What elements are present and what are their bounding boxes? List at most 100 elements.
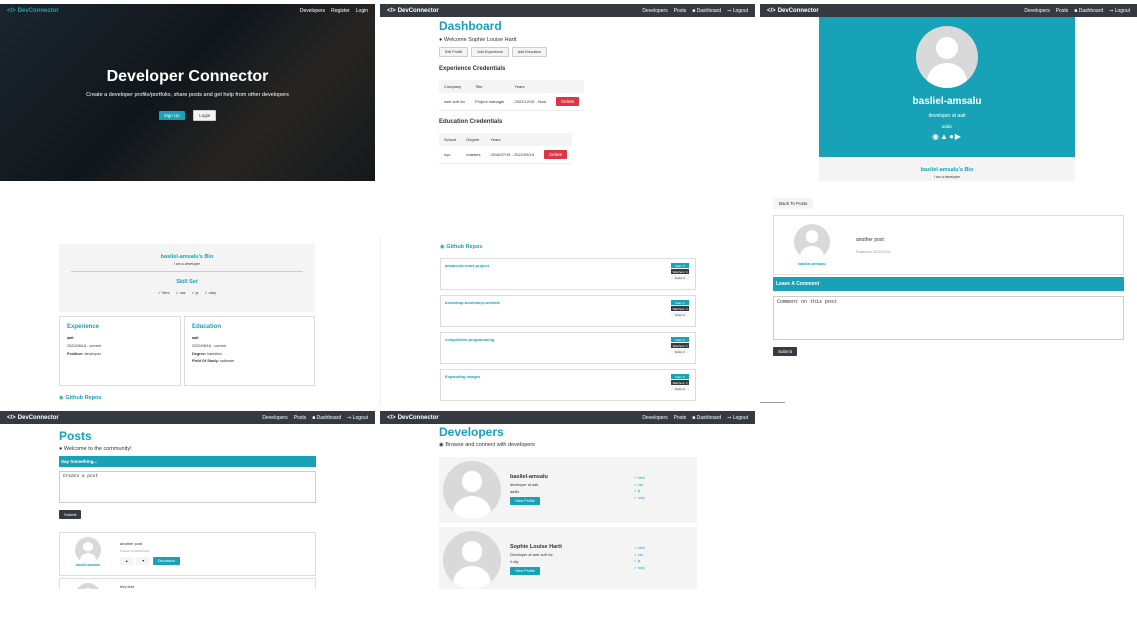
welcome-text: ● Welcome to the community! [59, 446, 132, 452]
profile-name: basliel-amsalu [510, 474, 548, 480]
nav-dashboard[interactable]: ■ Dashboard [312, 415, 341, 421]
profile-card: basliel-amsalu developer at aait addis ◉… [819, 17, 1075, 157]
repo-item: advanced-react-project Stars: 0 Watchers… [440, 258, 696, 290]
nav-developers[interactable]: Developers [642, 8, 667, 14]
like-button[interactable]: ▲ [120, 557, 134, 565]
repo-link[interactable]: bootstrap-bootcamp-website [445, 300, 500, 305]
nav-logout[interactable]: ⇒ Logout [1109, 8, 1130, 14]
post-date: Posted on 2022/11/03 [120, 549, 150, 553]
bio-heading: basliel-amsalu's Bio [160, 254, 214, 260]
developers-navbar: </> DevConnector Developers Posts ■ Dashb… [380, 411, 755, 424]
brand-logo[interactable]: </> DevConnector [767, 8, 819, 14]
exp-position: Position: developer [67, 352, 101, 356]
create-post-textarea[interactable]: Create a post [59, 471, 316, 503]
repos-panel: ◉ Github Repos advanced-react-project St… [380, 238, 756, 405]
back-to-posts-button[interactable]: Back To Posts [773, 198, 814, 209]
nav-posts[interactable]: Posts [674, 8, 687, 14]
youtube-icon[interactable]: ▶ [955, 132, 962, 141]
nav-posts[interactable]: Posts [1056, 8, 1069, 14]
nav-developers[interactable]: Developers [262, 415, 287, 421]
profile-item: basliel-amsalu developer at aait addis V… [439, 457, 697, 523]
avatar [443, 461, 501, 519]
table-row: web soft inc Project manager 2022/12/15 … [439, 93, 585, 111]
dashboard-navbar: </> DevConnector Developers Posts ■ Dashb… [380, 4, 755, 17]
post-author[interactable]: basliel-amsalu [66, 563, 110, 567]
leave-comment-bar: Leave A Comment [773, 277, 1124, 291]
edu-school: aait [192, 336, 199, 340]
experience-card: Experience aait 2022/08/16 - current Pos… [59, 316, 181, 386]
view-profile-button[interactable]: View Profile [510, 497, 540, 505]
view-profile-button[interactable]: View Profile [510, 567, 540, 575]
profile-name: basliel-amsalu [912, 96, 982, 107]
brand-text: DevConnector [17, 7, 59, 14]
say-something-bar: Say Something... [59, 456, 316, 467]
brand-logo[interactable]: </> DevConnector [7, 8, 59, 14]
post-card: basliel-amsalu another post Posted on 20… [773, 215, 1124, 275]
repo-link[interactable]: Expanding Images [445, 374, 480, 379]
skill-item: ✓ ruby [204, 291, 217, 295]
login-button[interactable]: Login [193, 110, 217, 121]
bio-heading: basliel-amsalu's Bio [920, 167, 974, 173]
nav-logout[interactable]: ⇒ Logout [727, 415, 748, 421]
post-author[interactable]: basliel-amsalu [784, 261, 840, 266]
nav-dashboard[interactable]: ■ Dashboard [1074, 8, 1103, 14]
globe-icon[interactable]: ◉ [932, 132, 940, 141]
comment-textarea[interactable]: Comment on this post [773, 296, 1124, 340]
profile-status: developer at aait [510, 483, 539, 487]
post-date: Posted on 2022/11/03 [856, 250, 890, 254]
discussion-button[interactable]: Discussion [152, 557, 180, 565]
skill-item: ✓ html [634, 546, 645, 550]
repo-link[interactable]: advanced-react-project [445, 263, 489, 268]
nav-dashboard[interactable]: ■ Dashboard [692, 415, 721, 421]
profile-location: il city [510, 560, 519, 564]
nav-logout[interactable]: ⇒ Logout [347, 415, 368, 421]
skills-list: ✓ html ✓ css ✓ js ✓ ruby [634, 475, 645, 501]
profile-item: Sophie Louise Hartt Developer at web sof… [439, 527, 697, 589]
repo-item: bootstrap-bootcamp-website Stars: 0 Watc… [440, 295, 696, 327]
nav-posts[interactable]: Posts [294, 415, 307, 421]
profile-location: addis [941, 124, 953, 129]
forks-badge: Forks: 0 [671, 386, 689, 391]
repo-list: advanced-react-project Stars: 0 Watchers… [440, 258, 696, 405]
twitter-icon[interactable]: ▲ [940, 132, 949, 141]
edit-profile-button[interactable]: Edit Profile [439, 47, 469, 57]
brand-logo[interactable]: </> DevConnector [387, 415, 439, 421]
add-education-button[interactable]: Add Education [511, 47, 548, 57]
signup-button[interactable]: Sign Up [158, 111, 185, 120]
edu-dates: 2022/08/16 - current [192, 344, 227, 348]
col-years: Years [485, 133, 540, 146]
watchers-badge: Watchers: 0 [671, 380, 689, 385]
skill-item: ✓ html [634, 476, 645, 480]
nav-login[interactable]: Login [356, 8, 368, 14]
dashboard-panel: </> DevConnector Developers Posts ■ Dashb… [380, 4, 755, 181]
brand-logo[interactable]: </> DevConnector [387, 8, 439, 14]
unlike-button[interactable]: ▼ [136, 557, 150, 565]
table-row: nyu masters 2016/07/15 - 2021/05/19 Dele… [439, 146, 573, 164]
delete-button[interactable]: Delete [544, 150, 568, 159]
nav-dashboard[interactable]: ■ Dashboard [692, 8, 721, 14]
divider [71, 271, 303, 272]
col-degree: Degree [461, 133, 486, 146]
post-text: hey test [120, 584, 135, 589]
delete-button[interactable]: Delete [556, 97, 580, 106]
bio-text: I am a developer [933, 175, 961, 179]
add-experience-button[interactable]: Add Experience [471, 47, 509, 57]
repo-link[interactable]: competitive-programming [445, 337, 494, 342]
nav-logout[interactable]: ⇒ Logout [727, 8, 748, 14]
landing-lead: Create a developer profile/portfolio, sh… [86, 92, 289, 98]
brand-logo[interactable]: </> DevConnector [7, 415, 59, 421]
nav-posts[interactable]: Posts [674, 415, 687, 421]
education-card: Education aait 2022/08/16 - current Degr… [184, 316, 315, 386]
nav-developers[interactable]: Developers [1024, 8, 1049, 14]
watchers-badge: Watchers: 0 [671, 343, 689, 348]
submit-button[interactable]: Submit [59, 510, 82, 519]
nav-developers[interactable]: Developers [642, 415, 667, 421]
col-years: Years [509, 80, 552, 93]
social-icons: ◉▲●▶ [819, 132, 1075, 141]
col-company: Company [439, 80, 471, 93]
skill-heading: Skill Set [176, 279, 198, 285]
nav-register[interactable]: Register [331, 8, 350, 14]
post-card: basliel-amsalu another post Posted on 20… [59, 532, 316, 576]
nav-developers[interactable]: Developers [300, 8, 325, 14]
submit-button[interactable]: Submit [773, 347, 798, 356]
